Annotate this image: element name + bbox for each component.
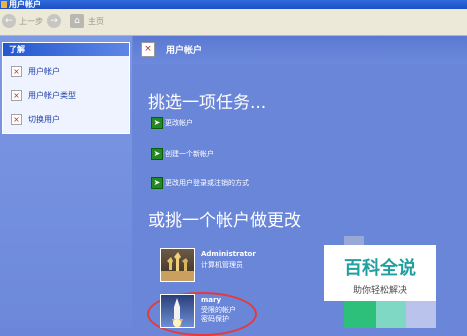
- watermark-subtitle: 助你轻松解决: [352, 286, 407, 296]
- mosaic-block: [406, 301, 436, 328]
- broken-image-icon: ×: [11, 114, 22, 125]
- user-accounts-icon: [1, 1, 7, 8]
- chess-avatar: [160, 248, 195, 282]
- watermark-title: 百科全说: [344, 258, 416, 279]
- account-mary[interactable]: mary 受限的帐户 密码保护: [160, 294, 270, 328]
- home-button[interactable]: ⌂ 主页: [70, 14, 115, 30]
- account-password-status: 密码保护: [201, 315, 229, 323]
- header-title: 用户帐户: [166, 46, 203, 56]
- rocket-avatar: [160, 294, 195, 328]
- panel-header: 了解: [3, 43, 129, 56]
- account-administrator[interactable]: Administrator 计算机管理员: [160, 248, 310, 282]
- account-name: Administrator: [201, 250, 256, 258]
- green-arrow-icon: ➤: [151, 177, 163, 189]
- main-header: × 用户帐户: [133, 36, 467, 64]
- broken-image-icon: ×: [141, 42, 155, 57]
- mosaic-block: [376, 301, 406, 328]
- broken-image-icon: ×: [11, 66, 22, 77]
- sidebar-item-label: 切换用户: [28, 115, 60, 124]
- pick-task-heading: 挑选一项任务...: [148, 93, 267, 113]
- sidebar-item-label: 用户帐户: [28, 67, 60, 76]
- task-change-account[interactable]: ➤ 更改帐户: [151, 117, 193, 129]
- home-icon: ⌂: [70, 14, 84, 28]
- back-arrow-icon: ←: [2, 14, 16, 28]
- task-label: 创建一个新帐户: [165, 150, 214, 158]
- task-create-account[interactable]: ➤ 创建一个新帐户: [151, 148, 214, 160]
- window-title: 用户帐户: [9, 0, 41, 9]
- sidebar: 了解 × 用户帐户 × 用户帐户类型 × 切换用户: [0, 36, 132, 328]
- broken-image-icon: ×: [11, 90, 22, 101]
- sidebar-item-switch-users[interactable]: × 切换用户: [11, 113, 60, 127]
- sidebar-item-account-types[interactable]: × 用户帐户类型: [11, 89, 76, 103]
- toolbar: ← 上一步 → ⌂ 主页: [0, 9, 467, 36]
- task-label: 更改帐户: [165, 119, 193, 127]
- green-arrow-icon: ➤: [151, 117, 163, 129]
- title-bar: 用户帐户: [0, 0, 467, 9]
- mosaic-block: [344, 301, 376, 328]
- task-change-logon-logoff[interactable]: ➤ 更改用户登录或注销的方式: [151, 177, 249, 189]
- pick-account-heading: 或挑一个帐户做更改: [148, 211, 301, 231]
- task-label: 更改用户登录或注销的方式: [165, 179, 249, 187]
- learn-about-panel: 了解 × 用户帐户 × 用户帐户类型 × 切换用户: [2, 42, 130, 134]
- green-arrow-icon: ➤: [151, 148, 163, 160]
- account-type: 计算机管理员: [201, 261, 243, 269]
- forward-arrow-icon: →: [47, 14, 61, 28]
- watermark-logo: 百科全说 助你轻松解决: [324, 245, 436, 301]
- account-name: mary: [201, 296, 222, 304]
- sidebar-item-label: 用户帐户类型: [28, 91, 76, 100]
- sidebar-item-user-accounts[interactable]: × 用户帐户: [11, 65, 60, 79]
- forward-button[interactable]: →: [47, 14, 63, 30]
